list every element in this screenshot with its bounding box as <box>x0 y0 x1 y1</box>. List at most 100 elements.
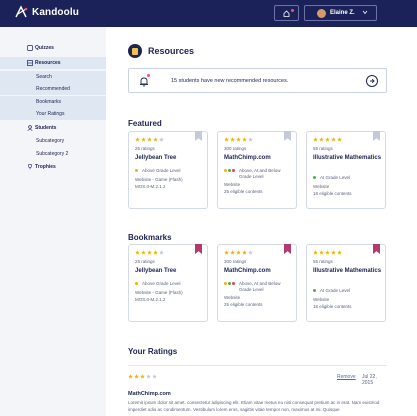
sidebar-item-quizzes[interactable]: Quizzes <box>0 42 106 54</box>
star-rating <box>224 137 254 142</box>
star-rating <box>128 374 158 379</box>
resource-detail: MOS.0-M.2.1.2 <box>135 184 166 189</box>
ratings-count: 300 ratings <box>224 259 247 264</box>
star-icon <box>230 137 235 142</box>
resource-detail: 25 eligible contents <box>224 189 263 194</box>
grade-dot <box>135 282 138 285</box>
resource-card[interactable]: 25 ratings Jellybean Tree Above Grade Leve… <box>128 131 208 209</box>
grade-level: Above Grade Level <box>135 168 205 174</box>
resource-card[interactable]: 300 ratings MathChimp.com Above, At and Be… <box>217 244 297 322</box>
home-icon <box>283 9 290 17</box>
star-icon <box>248 137 253 142</box>
bookmark-icon[interactable] <box>195 244 202 254</box>
resource-meta: Website 25 eligible contents <box>224 181 294 195</box>
star-rating <box>313 250 343 255</box>
star-icon <box>325 250 330 255</box>
trophy-icon <box>28 164 32 170</box>
grade-level: At Grade Level <box>313 288 383 294</box>
star-icon <box>134 374 139 379</box>
sidebar-item-your-ratings[interactable]: Your Ratings <box>0 108 106 120</box>
sidebar-item-trophies[interactable]: Trophies <box>0 161 106 173</box>
brand[interactable]: Kandoolu <box>14 5 79 19</box>
sidebar-item-subcategory[interactable]: Subcategory <box>0 135 106 147</box>
star-icon <box>236 137 241 142</box>
resource-card[interactable]: 55 ratings Illustrative Mathematics At Gra… <box>306 244 386 322</box>
ratings-count: 300 ratings <box>224 146 247 151</box>
grade-dot <box>228 169 231 172</box>
remove-link[interactable]: Remove <box>337 374 356 380</box>
main-content: Resources 15 students have new recommend… <box>106 27 417 416</box>
star-icon <box>141 137 146 142</box>
resource-meta: Website 18 eligible contents <box>313 183 383 197</box>
resource-name[interactable]: Jellybean Tree <box>135 155 205 162</box>
grade-level: Above Grade Level <box>135 281 205 287</box>
resource-card[interactable]: 55 ratings Illustrative Mathematics At Gra… <box>306 131 386 209</box>
arrow-right-icon[interactable] <box>366 75 378 87</box>
user-name: Elaine Z. <box>330 10 355 16</box>
rated-resource-name[interactable]: MathChimp.com <box>128 391 171 397</box>
recommendation-alert[interactable]: 15 students have new recommended resourc… <box>128 68 387 93</box>
grade-level-dots <box>224 169 236 172</box>
star-icon <box>159 250 164 255</box>
resource-card[interactable]: 300 ratings MathChimp.com Above, At and Be… <box>217 131 297 209</box>
alert-text: 15 students have new recommended resourc… <box>171 78 289 84</box>
grade-level-dots <box>135 282 139 285</box>
star-icon <box>242 137 247 142</box>
star-icon <box>224 137 229 142</box>
sidebar-item-search[interactable]: Search <box>0 71 106 83</box>
sidebar-item-recommended[interactable]: Recommended <box>0 83 106 95</box>
resource-name[interactable]: MathChimp.com <box>224 268 294 275</box>
grade-level-text: Above, At and Below Grade Level <box>239 281 281 292</box>
star-icon <box>152 374 157 379</box>
star-rating <box>224 250 254 255</box>
resource-meta: Website - Game (Flash) MOS.0-M.2.1.2 <box>135 289 205 303</box>
resource-detail: 18 eligible contents <box>313 304 352 309</box>
sidebar-item-resources[interactable]: Resources <box>0 57 106 69</box>
star-icon <box>236 250 241 255</box>
star-icon <box>128 374 133 379</box>
resource-detail: 18 eligible contents <box>313 191 352 196</box>
star-icon <box>141 250 146 255</box>
page-title: Resources <box>128 44 194 58</box>
star-icon <box>319 137 324 142</box>
notification-dot <box>291 9 294 12</box>
bookmark-icon[interactable] <box>284 131 291 141</box>
bookmark-icon[interactable] <box>284 244 291 254</box>
sidebar-item-bookmarks[interactable]: Bookmarks <box>0 96 106 108</box>
sidebar-item-students[interactable]: Students <box>0 122 106 134</box>
students-icon <box>27 125 33 131</box>
resource-name[interactable]: Illustrative Mathematics <box>313 268 383 275</box>
grade-level-dots <box>313 289 317 292</box>
grade-dot <box>232 282 235 285</box>
resource-name[interactable]: MathChimp.com <box>224 155 294 162</box>
resource-name[interactable]: Jellybean Tree <box>135 268 205 275</box>
bookmark-icon[interactable] <box>373 244 380 254</box>
resource-card[interactable]: 25 ratings Jellybean Tree Above Grade Leve… <box>128 244 208 322</box>
user-menu-button[interactable]: Elaine Z. <box>304 5 377 21</box>
resources-icon <box>27 60 33 66</box>
grade-level-text: At Grade Level <box>320 175 351 180</box>
ratings-count: 55 ratings <box>313 259 333 264</box>
bookmark-icon[interactable] <box>195 131 202 141</box>
home-button[interactable] <box>274 5 299 21</box>
star-rating <box>135 137 165 142</box>
star-icon <box>331 137 336 142</box>
star-icon <box>319 250 324 255</box>
star-icon <box>331 250 336 255</box>
grade-dot <box>135 169 138 172</box>
bookmarks-heading: Bookmarks <box>128 233 172 242</box>
resource-type: Website <box>224 182 241 187</box>
grade-level-text: At Grade Level <box>320 288 351 293</box>
resource-name[interactable]: Illustrative Mathematics <box>313 155 383 162</box>
star-icon <box>313 250 318 255</box>
bell-icon <box>140 77 148 87</box>
bookmark-icon[interactable] <box>373 131 380 141</box>
resources-title-icon <box>128 44 142 58</box>
star-icon <box>337 137 342 142</box>
sidebar-item-subcategory-2[interactable]: Subcategory 2 <box>0 148 106 160</box>
grade-dot <box>224 169 227 172</box>
resource-meta: Website - Game (Flash) MOS.0-M.2.1.2 <box>135 176 205 190</box>
your-ratings-heading: Your Ratings <box>128 347 178 356</box>
ratings-count: 25 ratings <box>135 146 155 151</box>
star-icon <box>147 250 152 255</box>
